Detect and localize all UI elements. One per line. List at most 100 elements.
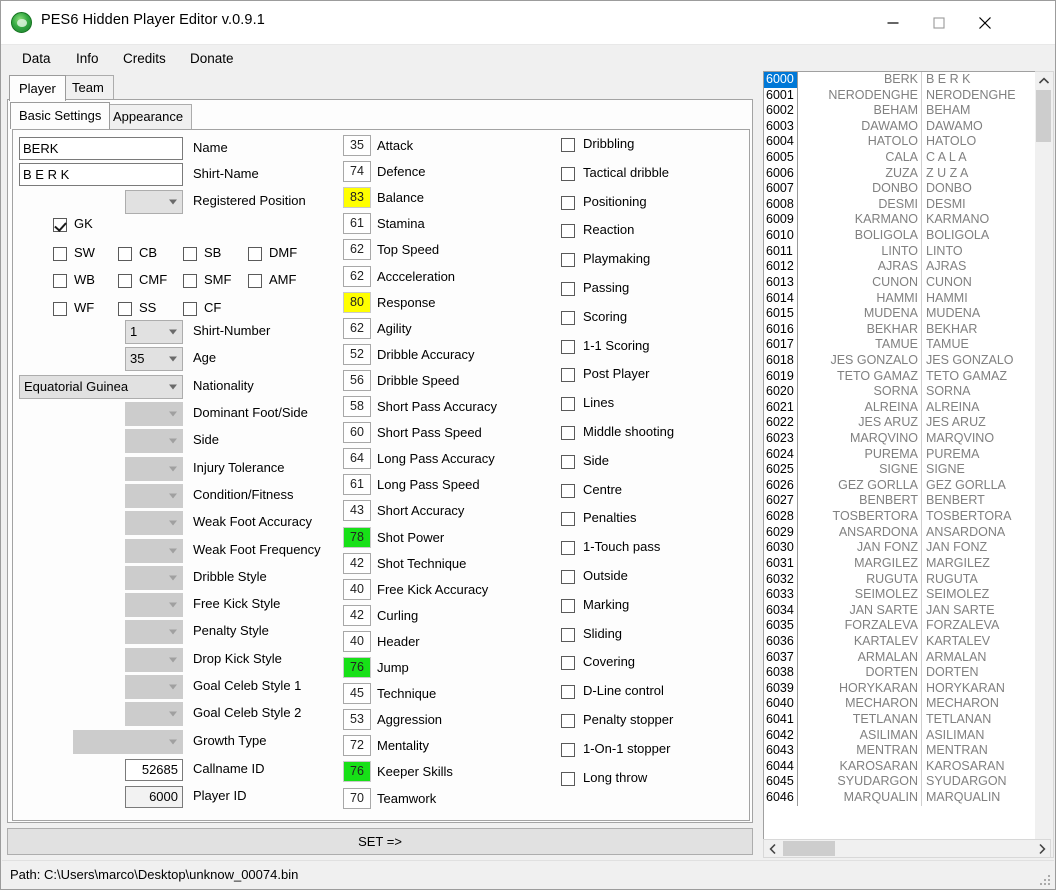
player-list-row[interactable]: 6033SEIMOLEZSEIMOLEZ bbox=[764, 587, 1050, 603]
player-list-row[interactable]: 6016BEKHARBEKHAR bbox=[764, 322, 1050, 338]
vertical-scrollbar-thumb[interactable] bbox=[1036, 90, 1051, 142]
player-list-row[interactable]: 6038DORTENDORTEN bbox=[764, 665, 1050, 681]
player-list-row[interactable]: 6045SYUDARGONSYUDARGON bbox=[764, 774, 1050, 790]
position-checkbox-wf[interactable] bbox=[53, 302, 67, 316]
dribble-style-combo[interactable] bbox=[125, 566, 183, 590]
player-list-row[interactable]: 6018JES GONZALOJES GONZALO bbox=[764, 353, 1050, 369]
player-list-row[interactable]: 6010BOLIGOLABOLIGOLA bbox=[764, 228, 1050, 244]
player-list-row[interactable]: 6024PUREMAPUREMA bbox=[764, 447, 1050, 463]
player-list-row[interactable]: 6008DESMIDESMI bbox=[764, 197, 1050, 213]
attribute-value-curling[interactable]: 42 bbox=[343, 605, 371, 626]
position-checkbox-wb[interactable] bbox=[53, 274, 67, 288]
player-list-row[interactable]: 6005CALAC A L A bbox=[764, 150, 1050, 166]
player-list-row[interactable]: 6014HAMMIHAMMI bbox=[764, 291, 1050, 307]
attribute-value-balance[interactable]: 83 bbox=[343, 187, 371, 208]
attribute-value-header[interactable]: 40 bbox=[343, 631, 371, 652]
skill-checkbox-1-on-1-stopper[interactable] bbox=[561, 743, 575, 757]
registered-position-combo[interactable] bbox=[125, 190, 183, 214]
player-list-row[interactable]: 6028TOSBERTORATOSBERTORA bbox=[764, 509, 1050, 525]
attribute-value-shot-power[interactable]: 78 bbox=[343, 527, 371, 548]
skill-checkbox-long-throw[interactable] bbox=[561, 772, 575, 786]
player-list-row[interactable]: 6007DONBODONBO bbox=[764, 181, 1050, 197]
player-list-row[interactable]: 6021ALREINAALREINA bbox=[764, 400, 1050, 416]
player-list-row[interactable]: 6003DAWAMODAWAMO bbox=[764, 119, 1050, 135]
player-list-row[interactable]: 6032RUGUTARUGUTA bbox=[764, 572, 1050, 588]
position-checkbox-cb[interactable] bbox=[118, 247, 132, 261]
drop-kick-style-combo[interactable] bbox=[125, 648, 183, 672]
attribute-value-stamina[interactable]: 61 bbox=[343, 213, 371, 234]
position-checkbox-sb[interactable] bbox=[183, 247, 197, 261]
player-list[interactable]: 6000BERKB E R K6001NERODENGHENERODENGHE6… bbox=[763, 71, 1051, 858]
player-list-row[interactable]: 6013CUNONCUNON bbox=[764, 275, 1050, 291]
name-input[interactable] bbox=[19, 137, 183, 160]
player-list-row[interactable]: 6039HORYKARANHORYKARAN bbox=[764, 681, 1050, 697]
callname-id-input[interactable]: 52685 bbox=[125, 759, 183, 781]
position-checkbox-cf[interactable] bbox=[183, 302, 197, 316]
dominant-foot-combo[interactable] bbox=[125, 402, 183, 426]
skill-checkbox-passing[interactable] bbox=[561, 282, 575, 296]
attribute-value-dribble-accuracy[interactable]: 52 bbox=[343, 344, 371, 365]
menu-item-info[interactable]: Info bbox=[70, 49, 105, 68]
player-list-row[interactable]: 6035FORZALEVAFORZALEVA bbox=[764, 618, 1050, 634]
growth-type-combo[interactable] bbox=[73, 730, 183, 754]
player-list-row[interactable]: 6037ARMALANARMALAN bbox=[764, 650, 1050, 666]
attribute-value-top-speed[interactable]: 62 bbox=[343, 239, 371, 260]
menu-item-donate[interactable]: Donate bbox=[184, 49, 240, 68]
weak-foot-frequency-combo[interactable] bbox=[125, 539, 183, 563]
player-list-row[interactable]: 6034JAN SARTEJAN SARTE bbox=[764, 603, 1050, 619]
skill-checkbox-side[interactable] bbox=[561, 455, 575, 469]
free-kick-style-combo[interactable] bbox=[125, 593, 183, 617]
shirt-name-input[interactable] bbox=[19, 163, 183, 186]
injury-tolerance-combo[interactable] bbox=[125, 457, 183, 481]
shirt-number-combo[interactable]: 1 bbox=[125, 320, 183, 344]
attribute-value-teamwork[interactable]: 70 bbox=[343, 788, 371, 809]
position-checkbox-cmf[interactable] bbox=[118, 274, 132, 288]
scroll-right-button[interactable] bbox=[1033, 840, 1050, 857]
player-list-row[interactable]: 6020SORNASORNA bbox=[764, 384, 1050, 400]
goal-celeb-2-combo[interactable] bbox=[125, 702, 183, 726]
tab-basic-settings[interactable]: Basic Settings bbox=[10, 102, 110, 129]
weak-foot-accuracy-combo[interactable] bbox=[125, 511, 183, 535]
attribute-value-dribble-speed[interactable]: 56 bbox=[343, 370, 371, 391]
attribute-value-short-accuracy[interactable]: 43 bbox=[343, 500, 371, 521]
menu-item-credits[interactable]: Credits bbox=[117, 49, 172, 68]
condition-fitness-combo[interactable] bbox=[125, 484, 183, 508]
skill-checkbox-playmaking[interactable] bbox=[561, 253, 575, 267]
skill-checkbox-middle-shooting[interactable] bbox=[561, 426, 575, 440]
player-list-row[interactable]: 6000BERKB E R K bbox=[764, 72, 1050, 88]
scroll-left-button[interactable] bbox=[764, 840, 781, 857]
position-checkbox-sw[interactable] bbox=[53, 247, 67, 261]
player-list-row[interactable]: 6042ASILIMANASILIMAN bbox=[764, 728, 1050, 744]
resize-grip-icon[interactable] bbox=[1038, 873, 1050, 885]
close-button[interactable] bbox=[962, 1, 1008, 44]
player-list-row[interactable]: 6026GEZ GORLLAGEZ GORLLA bbox=[764, 478, 1050, 494]
skill-checkbox-lines[interactable] bbox=[561, 397, 575, 411]
player-list-row[interactable]: 6022JES ARUZJES ARUZ bbox=[764, 415, 1050, 431]
attribute-value-technique[interactable]: 45 bbox=[343, 683, 371, 704]
skill-checkbox-positioning[interactable] bbox=[561, 196, 575, 210]
player-list-row[interactable]: 6029ANSARDONAANSARDONA bbox=[764, 525, 1050, 541]
player-list-row[interactable]: 6004HATOLOHATOLO bbox=[764, 134, 1050, 150]
player-list-row[interactable]: 6006ZUZAZ U Z A bbox=[764, 166, 1050, 182]
attribute-value-jump[interactable]: 76 bbox=[343, 657, 371, 678]
position-checkbox-amf[interactable] bbox=[248, 274, 262, 288]
attribute-value-attack[interactable]: 35 bbox=[343, 135, 371, 156]
attribute-value-keeper-skills[interactable]: 76 bbox=[343, 761, 371, 782]
player-list-row[interactable]: 6040MECHARONMECHARON bbox=[764, 696, 1050, 712]
skill-checkbox-d-line-control[interactable] bbox=[561, 685, 575, 699]
side-combo[interactable] bbox=[125, 429, 183, 453]
skill-checkbox-penalty-stopper[interactable] bbox=[561, 714, 575, 728]
skill-checkbox-centre[interactable] bbox=[561, 484, 575, 498]
attribute-value-long-pass-speed[interactable]: 61 bbox=[343, 474, 371, 495]
skill-checkbox-scoring[interactable] bbox=[561, 311, 575, 325]
skill-checkbox-tactical-dribble[interactable] bbox=[561, 167, 575, 181]
player-list-row[interactable]: 6017TAMUETAMUE bbox=[764, 337, 1050, 353]
player-list-row[interactable]: 6012AJRASAJRAS bbox=[764, 259, 1050, 275]
skill-checkbox-marking[interactable] bbox=[561, 599, 575, 613]
player-list-row[interactable]: 6031MARGILEZMARGILEZ bbox=[764, 556, 1050, 572]
horizontal-scrollbar-thumb[interactable] bbox=[783, 841, 835, 856]
skill-checkbox-dribbling[interactable] bbox=[561, 138, 575, 152]
player-list-row[interactable]: 6041TETLANANTETLANAN bbox=[764, 712, 1050, 728]
player-list-row[interactable]: 6002BEHAMBEHAM bbox=[764, 103, 1050, 119]
attribute-value-shot-technique[interactable]: 42 bbox=[343, 553, 371, 574]
